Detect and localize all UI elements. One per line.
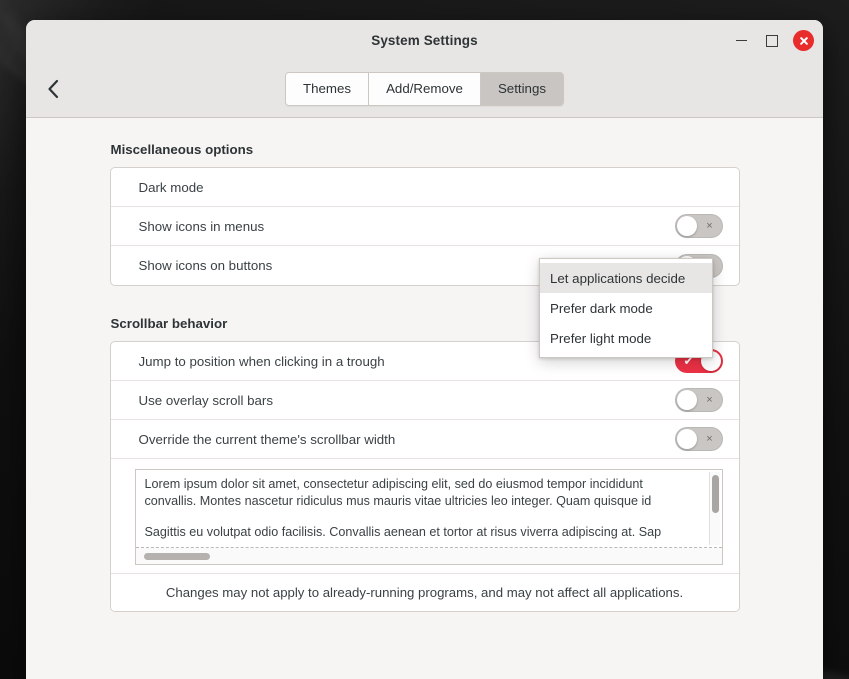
toggle-off-mark: × (706, 219, 713, 232)
maximize-icon[interactable] (762, 31, 782, 51)
dropdown-item-let-applications-decide[interactable]: Let applications decide (540, 263, 712, 293)
footer-note: Changes may not apply to already-running… (165, 585, 684, 600)
toggle-knob (676, 216, 697, 236)
window-title: System Settings (371, 33, 478, 48)
preview-paragraph-line3: Sagittis eu volutpat odio facilisis. Con… (144, 525, 662, 539)
row-label-override-scrollbar-width: Override the current theme's scrollbar w… (138, 431, 396, 447)
back-icon[interactable] (38, 74, 68, 104)
row-label-dark-mode: Dark mode (138, 179, 204, 195)
tab-settings[interactable]: Settings (480, 73, 563, 105)
minimize-icon[interactable] (731, 31, 751, 51)
dropdown-item-prefer-light-mode[interactable]: Prefer light mode (540, 323, 712, 353)
tab-bar: Themes Add/Remove Settings (285, 72, 564, 106)
toggle-show-icons-in-menus[interactable]: × (674, 214, 723, 238)
close-icon[interactable] (793, 30, 814, 51)
preview-vertical-scrollbar-thumb[interactable] (711, 475, 719, 513)
row-use-overlay-scroll-bars[interactable]: Use overlay scroll bars × (110, 381, 739, 420)
dropdown-item-prefer-dark-mode[interactable]: Prefer dark mode (540, 293, 712, 323)
tab-themes[interactable]: Themes (286, 73, 370, 105)
section-title-miscellaneous: Miscellaneous options (110, 142, 254, 157)
row-override-scrollbar-width[interactable]: Override the current theme's scrollbar w… (110, 420, 739, 459)
footer-note-row: Changes may not apply to already-running… (110, 574, 739, 611)
row-label-use-overlay-scroll-bars: Use overlay scroll bars (138, 392, 274, 408)
preview-paragraph-line2: convallis. Montes nascetur ridiculus mus… (144, 494, 652, 508)
scrollbar-preview-textbox[interactable]: Lorem ipsum dolor sit amet, consectetur … (134, 469, 723, 565)
toolbar: Themes Add/Remove Settings (26, 61, 823, 118)
row-dark-mode[interactable]: Dark mode (110, 168, 739, 207)
settings-page: Miscellaneous options Dark mode Show ico… (26, 118, 823, 679)
tab-add-remove[interactable]: Add/Remove (369, 73, 481, 105)
toggle-use-overlay-scroll-bars[interactable]: × (674, 388, 723, 412)
scrollbar-behavior-card: Jump to position when clicking in a trou… (109, 341, 740, 612)
preview-text: Lorem ipsum dolor sit amet, consectetur … (145, 476, 722, 541)
scrollbar-preview-area: Lorem ipsum dolor sit amet, consectetur … (110, 459, 739, 574)
toggle-override-scrollbar-width[interactable]: × (674, 427, 723, 451)
preview-paragraph-line1: Lorem ipsum dolor sit amet, consectetur … (144, 477, 643, 491)
window-titlebar: System Settings (26, 20, 823, 61)
row-show-icons-in-menus[interactable]: Show icons in menus × (110, 207, 739, 246)
window-controls (731, 20, 814, 61)
toggle-off-mark: × (706, 432, 713, 445)
settings-content: Miscellaneous options Dark mode Show ico… (109, 142, 740, 612)
preview-vertical-scrollbar[interactable] (708, 472, 720, 545)
system-settings-window: System Settings Themes Add/Remove Settin… (26, 20, 823, 679)
preview-horizontal-scrollbar[interactable] (135, 548, 722, 564)
toggle-off-mark: × (706, 393, 713, 406)
preview-text-viewport: Lorem ipsum dolor sit amet, consectetur … (135, 470, 722, 548)
row-label-show-icons-in-menus: Show icons in menus (138, 218, 265, 234)
toggle-knob (676, 429, 697, 449)
preview-horizontal-scrollbar-thumb[interactable] (143, 553, 210, 560)
toggle-knob (676, 390, 697, 410)
dark-mode-dropdown-menu[interactable]: Let applications decide Prefer dark mode… (539, 258, 713, 358)
